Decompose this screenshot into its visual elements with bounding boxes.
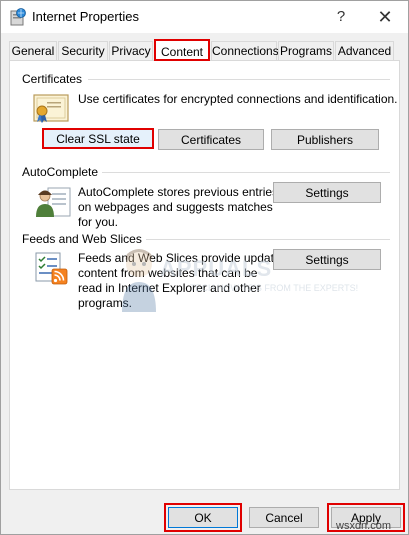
autocomplete-description-line-1: AutoComplete stores previous entries [78,185,279,199]
title-bar[interactable]: Internet Properties ? ✕ [1,1,408,33]
content-tab-panel: Certificates Use certificates for encryp… [9,60,400,490]
certificates-button[interactable]: Certificates [158,129,264,150]
feeds-settings-button[interactable]: Settings [273,249,381,270]
certificates-description: Use certificates for encrypted connectio… [78,92,398,106]
tab-security[interactable]: Security [58,41,108,60]
watermark-mascot-icon [122,249,156,312]
clear-ssl-state-button[interactable]: Clear SSL state [42,128,154,149]
close-button[interactable]: ✕ [365,1,405,33]
watermark-subtext: TECH HOW-TO'S FROM THE EXPERTS! [190,283,359,293]
feeds-heading: Feeds and Web Slices [22,232,146,246]
autocomplete-description-line-3: for you. [78,215,119,229]
internet-options-icon [10,8,26,26]
certificate-icon [33,94,69,123]
site-watermark: wsxdn.com [336,520,392,532]
publishers-button[interactable]: Publishers [271,129,379,150]
internet-properties-dialog: Internet Properties ? ✕ General Security… [0,0,409,535]
tab-connections[interactable]: Connections [211,41,279,60]
tab-programs[interactable]: Programs [278,41,334,60]
window-title: Internet Properties [32,9,139,24]
tab-advanced[interactable]: Advanced [335,41,394,60]
tab-privacy[interactable]: Privacy [109,41,153,60]
ok-button[interactable]: OK [164,503,242,532]
watermark-text: APPUALS [160,256,273,281]
certificates-divider [88,79,390,80]
cancel-button[interactable]: Cancel [249,507,319,528]
autocomplete-heading: AutoComplete [22,165,103,179]
certificates-heading: Certificates [22,72,87,86]
feeds-divider [134,239,390,240]
tab-content[interactable]: Content [154,39,210,61]
help-button[interactable]: ? [321,1,361,33]
feeds-rss-icon [35,252,68,285]
autocomplete-user-form-icon [36,187,71,217]
autocomplete-settings-button[interactable]: Settings [273,182,381,203]
autocomplete-divider [96,172,390,173]
tab-general[interactable]: General [9,41,57,60]
autocomplete-description-line-2: on webpages and suggests matches [78,200,273,214]
